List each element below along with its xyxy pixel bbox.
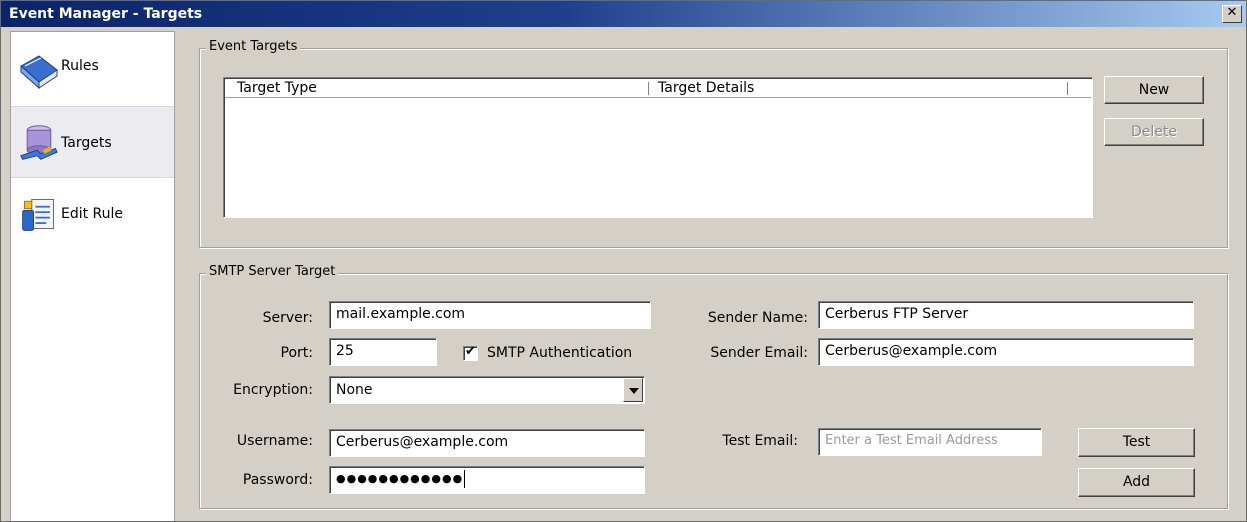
test-button[interactable]: Test bbox=[1078, 428, 1195, 457]
sidebar-item-label: Targets bbox=[61, 135, 112, 151]
checkmark-icon: ✔ bbox=[465, 344, 476, 359]
sidebar-item-targets[interactable]: Targets bbox=[11, 106, 174, 178]
server-field[interactable]: mail.example.com bbox=[329, 301, 651, 329]
targets-list[interactable]: Target Type Target Details bbox=[223, 77, 1093, 218]
encryption-value: None bbox=[336, 382, 373, 398]
column-divider[interactable] bbox=[648, 82, 649, 95]
smtp-server-group: SMTP Server Target Server: mail.example.… bbox=[199, 264, 1228, 509]
database-icon bbox=[20, 125, 58, 160]
close-button[interactable]: ✕ bbox=[1222, 5, 1242, 23]
list-header: Target Type Target Details bbox=[225, 79, 1091, 98]
encryption-dropdown[interactable]: None bbox=[329, 376, 645, 404]
port-field[interactable]: 25 bbox=[329, 338, 437, 366]
username-field[interactable]: Cerberus@example.com bbox=[329, 429, 645, 457]
window-title: Event Manager - Targets bbox=[9, 6, 203, 22]
sidebar-item-label: Rules bbox=[61, 58, 99, 74]
sender-name-field[interactable]: Cerberus FTP Server bbox=[818, 301, 1194, 329]
sender-name-label: Sender Name: bbox=[707, 310, 808, 326]
password-label: Password: bbox=[242, 472, 313, 488]
column-divider[interactable] bbox=[1067, 82, 1068, 95]
encryption-label: Encryption: bbox=[233, 382, 313, 398]
username-label: Username: bbox=[236, 433, 313, 449]
text-caret bbox=[464, 470, 466, 488]
chevron-down-icon bbox=[629, 388, 639, 394]
sender-email-label: Sender Email: bbox=[710, 345, 808, 361]
column-target-type[interactable]: Target Type bbox=[237, 80, 317, 96]
add-button[interactable]: Add bbox=[1078, 468, 1195, 497]
smtp-auth-label[interactable]: SMTP Authentication bbox=[487, 345, 632, 361]
delete-button[interactable]: Delete bbox=[1104, 118, 1204, 146]
title-bar: Event Manager - Targets ✕ bbox=[1, 1, 1246, 27]
server-label: Server: bbox=[262, 310, 313, 326]
sidebar: Rules Targets Edit Rule bbox=[10, 31, 175, 521]
dropdown-arrow-button[interactable] bbox=[623, 378, 643, 402]
port-label: Port: bbox=[280, 345, 313, 361]
password-field[interactable]: ●●●●●●●●●●●● bbox=[329, 466, 645, 494]
close-icon: ✕ bbox=[1226, 5, 1238, 20]
sidebar-item-edit-rule[interactable]: Edit Rule bbox=[11, 178, 174, 250]
column-target-details[interactable]: Target Details bbox=[658, 80, 754, 96]
event-manager-window: Event Manager - Targets ✕ Rules Targets … bbox=[0, 0, 1247, 522]
sender-email-field[interactable]: Cerberus@example.com bbox=[818, 338, 1194, 366]
test-email-label: Test Email: bbox=[722, 433, 798, 449]
group-legend: SMTP Server Target bbox=[206, 264, 339, 279]
smtp-auth-checkbox[interactable]: ✔ bbox=[463, 344, 478, 361]
new-button[interactable]: New bbox=[1104, 76, 1204, 104]
group-legend: Event Targets bbox=[206, 39, 301, 54]
test-email-field[interactable]: Enter a Test Email Address bbox=[818, 428, 1042, 456]
event-targets-group: Event Targets Target Type Target Details… bbox=[199, 39, 1228, 248]
password-value: ●●●●●●●●●●●● bbox=[336, 472, 464, 485]
edit-document-icon bbox=[22, 199, 54, 231]
sidebar-item-label: Edit Rule bbox=[61, 206, 124, 222]
sidebar-item-rules[interactable]: Rules bbox=[11, 36, 174, 108]
book-icon bbox=[20, 55, 58, 90]
